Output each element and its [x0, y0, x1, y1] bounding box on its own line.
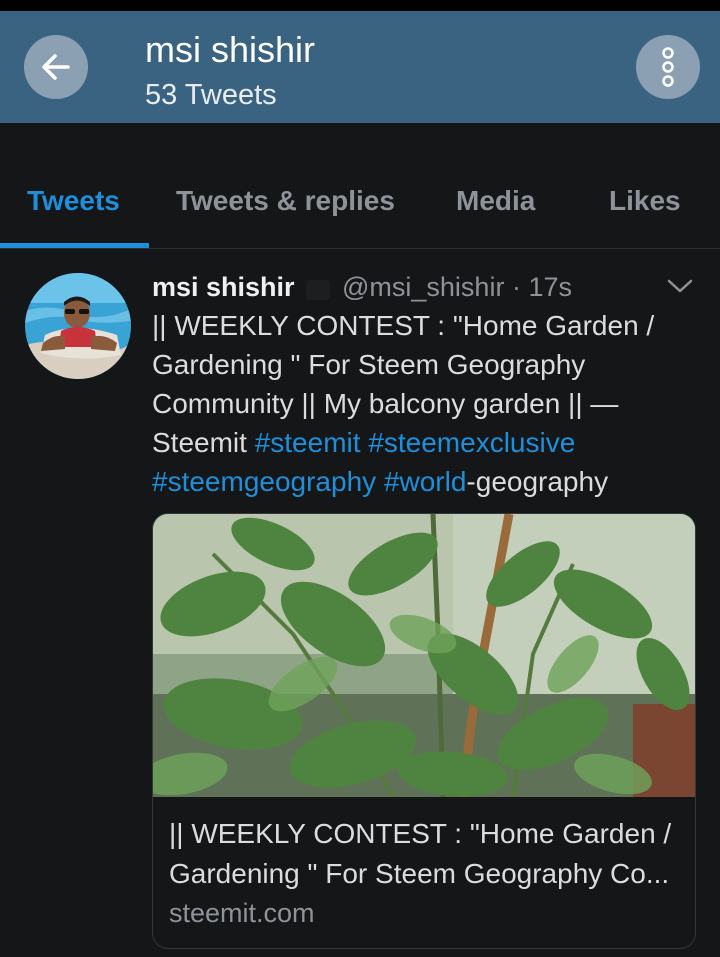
back-button[interactable]: [24, 35, 88, 99]
tab-tweets[interactable]: Tweets: [27, 185, 120, 217]
tab-likes[interactable]: Likes: [609, 185, 681, 217]
badge-icon: [306, 280, 330, 300]
tweet-body-tail: -geography: [466, 466, 609, 497]
profile-name: msi shishir: [145, 29, 316, 70]
active-tab-indicator: [0, 243, 149, 248]
status-bar: [0, 0, 720, 11]
more-vertical-icon: [662, 47, 674, 87]
hashtag-link[interactable]: #world: [384, 466, 466, 497]
tweet-handle[interactable]: @msi_shishir: [342, 272, 504, 302]
arrow-left-icon: [42, 54, 70, 80]
avatar[interactable]: [25, 273, 131, 379]
hashtag-link[interactable]: #steemgeography: [152, 466, 376, 497]
profile-tabs: Tweets Tweets & replies Media Likes: [0, 160, 720, 249]
chevron-down-icon: [667, 279, 693, 293]
tweet-menu-button[interactable]: [666, 276, 694, 301]
tweet-item[interactable]: msi shishir @msi_shishir · 17s || WEEKLY…: [0, 250, 720, 957]
tab-media[interactable]: Media: [456, 185, 535, 217]
card-title: || WEEKLY CONTEST : "Home Garden / Garde…: [169, 818, 672, 889]
separator-dot: ·: [511, 272, 521, 302]
tweet-timestamp: 17s: [528, 272, 573, 302]
hashtag-link[interactable]: #steemexclusive: [368, 427, 575, 458]
card-domain: steemit.com: [169, 898, 315, 928]
tweet-author-name[interactable]: msi shishir: [152, 272, 295, 303]
profile-header: msi shishir 53 Tweets: [0, 11, 720, 123]
hashtag-link[interactable]: #steemit: [255, 427, 361, 458]
more-options-button[interactable]: [636, 35, 700, 99]
tab-tweets-and-replies[interactable]: Tweets & replies: [176, 185, 395, 217]
tweet-text: || WEEKLY CONTEST : "Home Garden / Garde…: [152, 306, 692, 501]
tweet-count: 53 Tweets: [145, 79, 277, 111]
link-preview-card[interactable]: || WEEKLY CONTEST : "Home Garden / Garde…: [152, 513, 696, 949]
tweet-handle-time: @msi_shishir · 17s: [342, 272, 572, 303]
garden-photo: [153, 514, 695, 797]
